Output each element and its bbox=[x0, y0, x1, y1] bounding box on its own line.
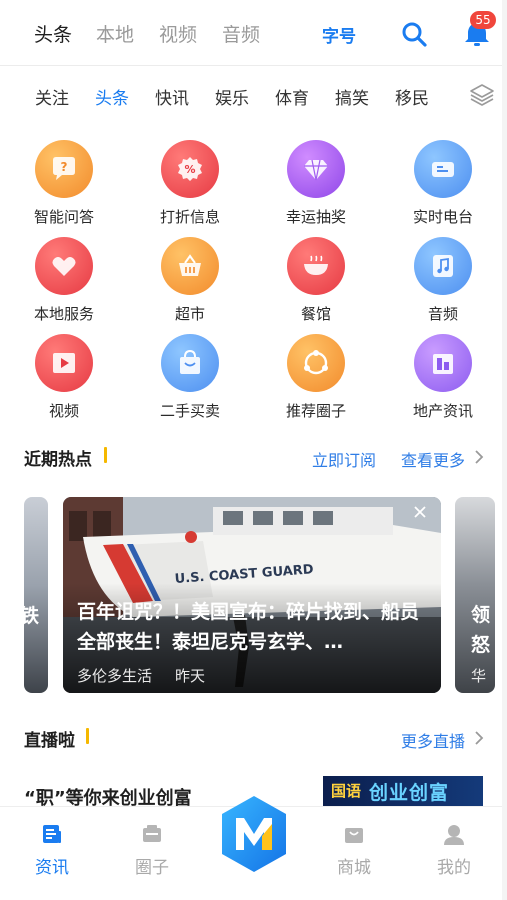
profile-icon bbox=[444, 825, 464, 845]
grid-label: 智能问答 bbox=[33, 208, 94, 226]
top-tab-bar: 头条 本地 视频 音频 字号 55 bbox=[0, 0, 507, 66]
grid-label: 二手买卖 bbox=[159, 402, 220, 420]
hot-section-title: 近期热点 bbox=[24, 450, 92, 470]
grid-label: 视频 bbox=[48, 402, 79, 420]
grid-label: 本地服务 bbox=[33, 305, 94, 323]
grid-item-discount[interactable]: % 打折信息 bbox=[135, 140, 245, 236]
top-tab-audio[interactable]: 音频 bbox=[222, 20, 260, 47]
live-thumb-tag: 国语 bbox=[331, 782, 362, 800]
top-tab-local[interactable]: 本地 bbox=[96, 20, 134, 47]
grid-label: 超市 bbox=[174, 305, 205, 323]
news-icon bbox=[43, 825, 61, 843]
channel-immigration[interactable]: 移民 bbox=[395, 84, 429, 109]
nav-profile[interactable]: 我的 bbox=[414, 807, 494, 887]
close-icon[interactable] bbox=[413, 505, 427, 519]
grid-item-supermarket[interactable]: 超市 bbox=[135, 237, 245, 333]
grid-label: 推荐圈子 bbox=[285, 402, 346, 420]
channel-follow[interactable]: 关注 bbox=[35, 84, 69, 109]
channel-funny[interactable]: 搞笑 bbox=[335, 84, 369, 109]
top-tab-headlines[interactable]: 头条 bbox=[34, 20, 72, 47]
layers-icon[interactable] bbox=[469, 82, 495, 108]
live-thumb-title: 创业创富 bbox=[369, 782, 450, 804]
nav-label: 圈子 bbox=[135, 858, 169, 878]
search-icon[interactable] bbox=[400, 20, 428, 48]
chevron-right-icon bbox=[475, 731, 484, 745]
nav-label: 资讯 bbox=[35, 858, 69, 878]
notification-badge: 55 bbox=[470, 11, 496, 29]
card-title-fragment: 领 bbox=[471, 604, 491, 626]
font-size-button[interactable]: 字号 bbox=[322, 22, 356, 47]
live-item-thumbnail[interactable]: 国语 创业创富 bbox=[323, 776, 483, 806]
grid-item-live-radio[interactable]: 实时电台 bbox=[388, 140, 498, 236]
heart-icon bbox=[35, 237, 93, 295]
shopping-bag-icon bbox=[161, 334, 219, 392]
hot-card[interactable]: U.S. COAST GUARD 百年诅咒？！美国宣布：碎片找到、船员全部丧生！… bbox=[63, 497, 441, 693]
svg-text:?: ? bbox=[61, 160, 68, 174]
channel-flash[interactable]: 快讯 bbox=[155, 84, 189, 109]
svg-text:%: % bbox=[184, 163, 195, 176]
card-photo bbox=[24, 497, 48, 693]
bowl-icon bbox=[287, 237, 345, 295]
grid-label: 打折信息 bbox=[159, 208, 220, 226]
question-bubble-icon: ? bbox=[35, 140, 93, 198]
channel-entertainment[interactable]: 娱乐 bbox=[215, 84, 249, 109]
section-accent-bar bbox=[104, 447, 107, 463]
grid-item-recommended-circles[interactable]: 推荐圈子 bbox=[261, 334, 371, 430]
radio-icon bbox=[414, 140, 472, 198]
view-more-link[interactable]: 查看更多 bbox=[401, 447, 465, 471]
grid-label: 实时电台 bbox=[412, 208, 473, 226]
subscribe-link[interactable]: 立即订阅 bbox=[312, 447, 376, 471]
circle-group-icon bbox=[287, 334, 345, 392]
more-live-link[interactable]: 更多直播 bbox=[401, 728, 465, 752]
music-icon bbox=[414, 237, 472, 295]
grid-item-restaurant[interactable]: 餐馆 bbox=[261, 237, 371, 333]
grid-label: 音频 bbox=[427, 305, 458, 323]
channel-bar: 关注 头条 快讯 娱乐 体育 搞笑 移民 bbox=[0, 66, 507, 124]
film-icon bbox=[35, 334, 93, 392]
discount-tag-icon: % bbox=[161, 140, 219, 198]
basket-icon bbox=[161, 237, 219, 295]
nav-store[interactable]: 商城 bbox=[314, 807, 394, 887]
grid-item-local-services[interactable]: 本地服务 bbox=[9, 237, 119, 333]
channel-headlines[interactable]: 头条 bbox=[95, 84, 129, 109]
card-title-fragment: 怒 bbox=[471, 634, 491, 656]
hot-card-time: 昨天 bbox=[175, 667, 206, 685]
store-bag-icon bbox=[345, 828, 363, 843]
nav-community[interactable]: 圈子 bbox=[112, 807, 192, 887]
hot-card-next[interactable]: 领 怒 华 bbox=[455, 497, 495, 693]
grid-label: 餐馆 bbox=[300, 305, 331, 323]
card-title-fragment: 铁 bbox=[24, 605, 40, 627]
nav-label: 我的 bbox=[437, 858, 471, 878]
building-icon bbox=[414, 334, 472, 392]
top-tab-video[interactable]: 视频 bbox=[159, 20, 197, 47]
nav-label: 商城 bbox=[337, 858, 371, 878]
grid-item-smart-qa[interactable]: ? 智能问答 bbox=[9, 140, 119, 236]
grid-label: 地产资讯 bbox=[412, 402, 473, 420]
grid-item-lucky-draw[interactable]: 幸运抽奖 bbox=[261, 140, 371, 236]
channel-sports[interactable]: 体育 bbox=[275, 84, 309, 109]
live-section-title: 直播啦 bbox=[24, 731, 75, 751]
hot-card-source: 多伦多生活 bbox=[77, 667, 153, 685]
card-source-fragment: 华 bbox=[471, 667, 487, 685]
side-rail bbox=[502, 0, 507, 900]
grid-item-video[interactable]: 视频 bbox=[9, 334, 119, 430]
hot-card-previous[interactable]: 铁 bbox=[24, 497, 48, 693]
grid-item-second-hand[interactable]: 二手买卖 bbox=[135, 334, 245, 430]
nav-news[interactable]: 资讯 bbox=[12, 807, 92, 887]
app-logo-button[interactable] bbox=[218, 794, 290, 874]
hot-card-title: 百年诅咒？！美国宣布：碎片找到、船员全部丧生！泰坦尼克号玄学、… bbox=[77, 601, 420, 653]
grid-item-real-estate[interactable]: 地产资讯 bbox=[388, 334, 498, 430]
grid-item-audio[interactable]: 音频 bbox=[388, 237, 498, 333]
diamond-icon bbox=[287, 140, 345, 198]
chevron-right-icon bbox=[475, 450, 484, 464]
grid-label: 幸运抽奖 bbox=[285, 208, 346, 226]
card-photo bbox=[455, 497, 495, 693]
community-icon bbox=[143, 825, 161, 842]
section-accent-bar bbox=[86, 728, 89, 744]
